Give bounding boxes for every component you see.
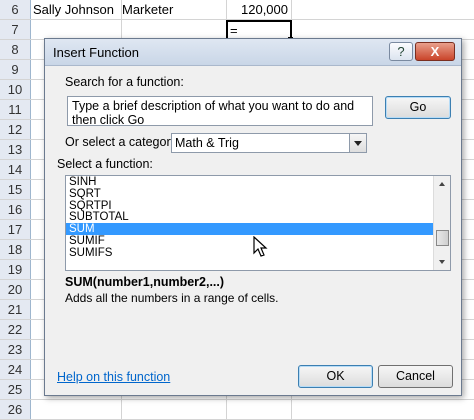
- row-header[interactable]: 24: [0, 360, 31, 379]
- close-button[interactable]: X: [415, 42, 455, 61]
- function-signature: SUM(number1,number2,...): [65, 275, 225, 289]
- active-cell-value: =: [230, 23, 238, 38]
- sheet-row: 6 Sally Johnson Marketer 120,000: [0, 0, 474, 20]
- scroll-thumb[interactable]: [436, 230, 449, 246]
- chevron-down-icon[interactable]: [349, 134, 366, 152]
- row-header[interactable]: 15: [0, 180, 31, 199]
- function-description: Adds all the numbers in a range of cells…: [65, 291, 279, 305]
- row-header[interactable]: 14: [0, 160, 31, 179]
- function-list-scrollbar[interactable]: [433, 176, 450, 270]
- row-header[interactable]: 9: [0, 60, 31, 79]
- row-header[interactable]: 25: [0, 380, 31, 399]
- cancel-button[interactable]: Cancel: [378, 365, 453, 388]
- scroll-down-icon[interactable]: [434, 254, 450, 270]
- insert-function-dialog: Insert Function ? X Search for a functio…: [44, 38, 462, 396]
- function-list-item[interactable]: SINH: [66, 176, 450, 188]
- cell[interactable]: [119, 20, 227, 39]
- search-input[interactable]: Type a brief description of what you wan…: [67, 96, 373, 127]
- row-header[interactable]: 13: [0, 140, 31, 159]
- cell[interactable]: Sally Johnson: [30, 0, 122, 19]
- row-header[interactable]: 12: [0, 120, 31, 139]
- ok-button[interactable]: OK: [298, 365, 373, 388]
- row-header[interactable]: 18: [0, 240, 31, 259]
- row-header[interactable]: 19: [0, 260, 31, 279]
- function-list-item[interactable]: SUBTOTAL: [66, 211, 450, 223]
- function-list-item[interactable]: SUM: [66, 223, 450, 235]
- row-header[interactable]: 17: [0, 220, 31, 239]
- row-header[interactable]: 6: [0, 0, 31, 19]
- row-header[interactable]: 8: [0, 40, 31, 59]
- function-list-item[interactable]: SQRTPI: [66, 200, 450, 212]
- row-header[interactable]: 23: [0, 340, 31, 359]
- row-header[interactable]: 22: [0, 320, 31, 339]
- row-header[interactable]: 21: [0, 300, 31, 319]
- mouse-pointer-icon: [253, 236, 268, 257]
- cell[interactable]: 120,000: [224, 0, 292, 19]
- row-header[interactable]: 10: [0, 80, 31, 99]
- cell[interactable]: [30, 20, 122, 39]
- search-label: Search for a function:: [65, 75, 184, 89]
- go-button[interactable]: Go: [385, 96, 451, 119]
- sheet-row: 26: [0, 400, 474, 420]
- category-label: Or select a category:: [65, 135, 181, 149]
- function-list-item[interactable]: SQRT: [66, 188, 450, 200]
- select-function-label: Select a function:: [57, 157, 153, 171]
- category-value: Math & Trig: [175, 136, 239, 150]
- row-header[interactable]: 7: [0, 20, 31, 39]
- row-header[interactable]: 20: [0, 280, 31, 299]
- help-button[interactable]: ?: [389, 42, 413, 61]
- scroll-up-icon[interactable]: [434, 176, 450, 192]
- row-header[interactable]: 11: [0, 100, 31, 119]
- help-on-function-link[interactable]: Help on this function: [57, 370, 170, 384]
- dialog-titlebar[interactable]: Insert Function ? X: [45, 39, 461, 66]
- category-select[interactable]: Math & Trig: [171, 133, 367, 153]
- row-header[interactable]: 16: [0, 200, 31, 219]
- dialog-title: Insert Function: [53, 45, 139, 60]
- cell[interactable]: Marketer: [119, 0, 227, 19]
